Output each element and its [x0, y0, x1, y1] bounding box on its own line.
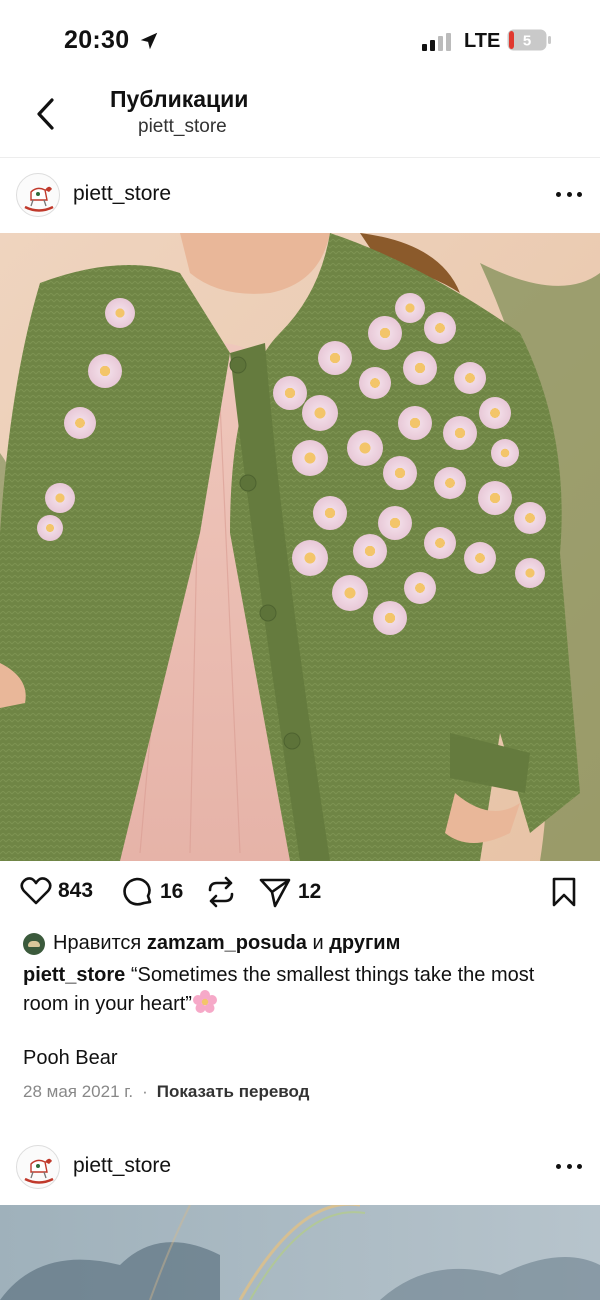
page-title: Публикации [110, 86, 249, 112]
share-button[interactable]: 12 [258, 876, 321, 908]
network-type: LTE [464, 30, 501, 52]
post-meta: 28 мая 2021 г. · Показать перевод [23, 1082, 309, 1102]
rocking-horse-logo-icon [24, 1158, 54, 1184]
repost-button[interactable] [205, 876, 237, 908]
chevron-left-icon [37, 98, 54, 130]
post-photo[interactable] [0, 233, 600, 861]
status-bar: 20:30 LTE 5 [0, 0, 600, 80]
post-username[interactable]: piett_store [73, 1154, 171, 1178]
more-options-button[interactable] [552, 1154, 586, 1178]
more-dot [556, 191, 561, 197]
post-photo[interactable] [0, 1205, 600, 1300]
caption-username[interactable]: piett_store [23, 964, 125, 986]
liked-by-line[interactable]: Нравится zamzam_posuda и другим [23, 932, 583, 955]
more-dot [566, 1163, 572, 1169]
page-header: Публикации piett_store [0, 80, 600, 158]
battery-level: 5 [523, 33, 531, 50]
share-count: 12 [298, 880, 322, 903]
avatar[interactable] [16, 173, 60, 217]
more-dot [566, 191, 572, 197]
back-button[interactable] [28, 94, 62, 134]
page-subtitle[interactable]: piett_store [138, 116, 227, 138]
avatar[interactable] [16, 1145, 60, 1189]
send-paper-plane-icon [259, 878, 291, 908]
post-date: 28 мая 2021 г. [23, 1082, 134, 1101]
more-dot [577, 1163, 582, 1169]
post-header: piett_store [0, 158, 600, 233]
bookmark-icon [552, 877, 576, 907]
rocking-horse-logo-icon [24, 186, 54, 212]
comment-bubble-icon [123, 877, 152, 906]
photo-illustration [0, 233, 600, 861]
save-button[interactable] [550, 876, 578, 908]
repost-icon [208, 876, 234, 908]
caption-extra-line: Pooh Bear [23, 1047, 118, 1069]
more-dot [577, 191, 582, 197]
post-header: piett_store [0, 1130, 600, 1205]
post-actions: 843 16 12 [0, 866, 600, 926]
comment-count: 16 [160, 880, 184, 903]
comment-button[interactable]: 16 [122, 876, 183, 908]
status-time: 20:30 [64, 26, 130, 54]
post-username[interactable]: piett_store [73, 182, 171, 206]
show-translation-link[interactable]: Показать перевод [157, 1082, 310, 1102]
like-count: 843 [58, 879, 94, 902]
sky-rainbow-illustration [0, 1205, 600, 1300]
more-dot [556, 1163, 561, 1169]
liked-by-user[interactable]: zamzam_posuda [147, 932, 307, 955]
battery-icon: 5 [507, 29, 551, 51]
signal-bars-icon [422, 33, 451, 51]
post-caption: piett_store “Sometimes the smallest thin… [23, 962, 583, 1018]
liked-by-join: и [312, 932, 324, 954]
location-arrow-icon [140, 32, 158, 50]
liker-avatar [23, 932, 45, 955]
heart-icon [20, 877, 52, 905]
liked-by-prefix: Нравится [53, 932, 142, 954]
meta-separator: · [142, 1082, 148, 1101]
like-button[interactable]: 843 [20, 876, 93, 906]
cherry-blossom-icon [192, 990, 217, 1013]
more-options-button[interactable] [552, 182, 586, 206]
liked-by-others[interactable]: другим [329, 932, 400, 955]
